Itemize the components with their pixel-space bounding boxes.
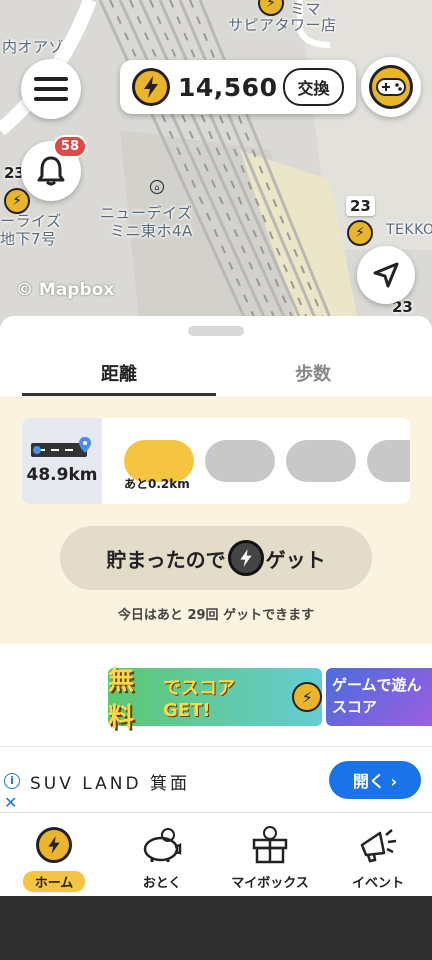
nav-item-home[interactable]: ホーム <box>0 813 108 896</box>
megaphone-icon <box>358 825 398 865</box>
game-controller-icon <box>369 65 413 109</box>
banner-subtitle: でスコア GET! <box>163 677 236 721</box>
tab-distance[interactable]: 距離 <box>22 354 216 396</box>
get-button-text: ゲット <box>265 547 326 572</box>
system-bar <box>0 896 432 960</box>
bottom-nav: ホーム おとく マイボックス イベント <box>0 812 432 896</box>
progress-card: 48.9km あと0.2km <box>22 418 410 504</box>
map-coin-spot-icon[interactable]: ⚡ <box>4 188 30 214</box>
banner-subtitle: スコア <box>332 698 378 716</box>
map-coin-spot-icon[interactable]: ⚡ <box>347 220 373 246</box>
locate-button[interactable] <box>357 246 415 304</box>
sheet-drag-handle[interactable] <box>188 326 244 336</box>
map-view[interactable]: ミマ サピアタワー店 内オアゾ ニューデイズ ミニ東ホ4A ーライズ 地下7号 … <box>0 0 432 330</box>
tab-bar: 距離 歩数 <box>22 354 410 396</box>
menu-button[interactable] <box>21 59 81 119</box>
ad-info-icon[interactable]: i <box>4 773 20 789</box>
bell-icon <box>37 156 65 186</box>
map-label-store: 内オアゾ <box>2 38 65 56</box>
ad-banner[interactable]: i SUV LAND 箕面 ✕ 開く › <box>0 746 432 812</box>
shop-icon: ⌂ <box>150 180 164 194</box>
coin-icon <box>132 68 170 106</box>
nav-item-events[interactable]: イベント <box>324 813 432 896</box>
piggy-bank-icon <box>142 825 182 865</box>
road-pin-icon <box>31 437 91 457</box>
nav-label: ホーム <box>22 871 86 892</box>
coin-balance-pill: 14,560 交換 <box>120 60 356 114</box>
notification-badge: 58 <box>52 135 87 158</box>
nav-item-deals[interactable]: おとく <box>108 813 216 896</box>
ad-open-button[interactable]: 開く › <box>329 761 421 799</box>
progress-segment <box>205 440 275 482</box>
nav-label: マイボックス <box>231 876 309 891</box>
map-label-store: サピアタワー店 <box>228 16 337 34</box>
distance-panel: 48.9km あと0.2km 貯まったので ゲット 今日はあと 29回 ゲットで… <box>0 396 432 644</box>
get-coin-button[interactable]: 貯まったので ゲット <box>60 526 372 590</box>
map-label-store: TEKKO <box>386 222 432 238</box>
free-score-banner[interactable]: 無料 でスコア GET! ⚡ <box>108 666 322 733</box>
navigation-arrow-icon <box>373 262 399 288</box>
nav-label: おとく <box>142 876 182 891</box>
coin-icon <box>34 825 74 865</box>
map-label-store: ミニ東ホ4A <box>110 222 193 240</box>
get-button-text: 貯まったので <box>106 547 226 572</box>
coin-count: 14,560 <box>178 72 278 102</box>
remaining-distance-label: あと0.2km <box>124 477 190 491</box>
distance-value: 48.9km <box>26 465 98 485</box>
nav-label: イベント <box>351 876 404 891</box>
banner-title: ゲームで遊ん <box>332 676 422 694</box>
remaining-today-text: 今日はあと 29回 ゲットできます <box>117 608 315 623</box>
progress-segment <box>286 440 356 482</box>
progress-segment <box>367 440 410 482</box>
game-score-banner[interactable]: ゲームで遊ん スコア <box>326 668 432 726</box>
tab-steps[interactable]: 歩数 <box>216 354 410 396</box>
map-spot-count: 23 <box>346 196 375 216</box>
ad-title: SUV LAND 箕面 <box>30 774 190 794</box>
ad-close-icon[interactable]: ✕ <box>4 793 17 812</box>
coin-icon: ⚡ <box>292 682 322 712</box>
notification-button[interactable]: 58 <box>21 135 87 201</box>
coin-icon <box>227 540 264 576</box>
map-label-store: 地下7号 <box>0 230 57 248</box>
gift-box-icon <box>250 825 290 865</box>
exchange-button[interactable]: 交換 <box>283 68 344 106</box>
banner-title: 無料 <box>108 666 135 733</box>
game-button[interactable] <box>361 57 421 117</box>
distance-box: 48.9km <box>22 418 102 504</box>
hamburger-icon <box>34 77 68 101</box>
map-attribution: © Mapbox <box>16 280 115 300</box>
banner-carousel[interactable]: 無料 でスコア GET! ⚡ ゲームで遊ん スコア <box>108 666 432 733</box>
nav-item-mybox[interactable]: マイボックス <box>216 813 324 896</box>
bottom-sheet: 距離 歩数 48.9km あと0.2km 貯まったので ゲット 今日はあと 29… <box>0 316 432 812</box>
